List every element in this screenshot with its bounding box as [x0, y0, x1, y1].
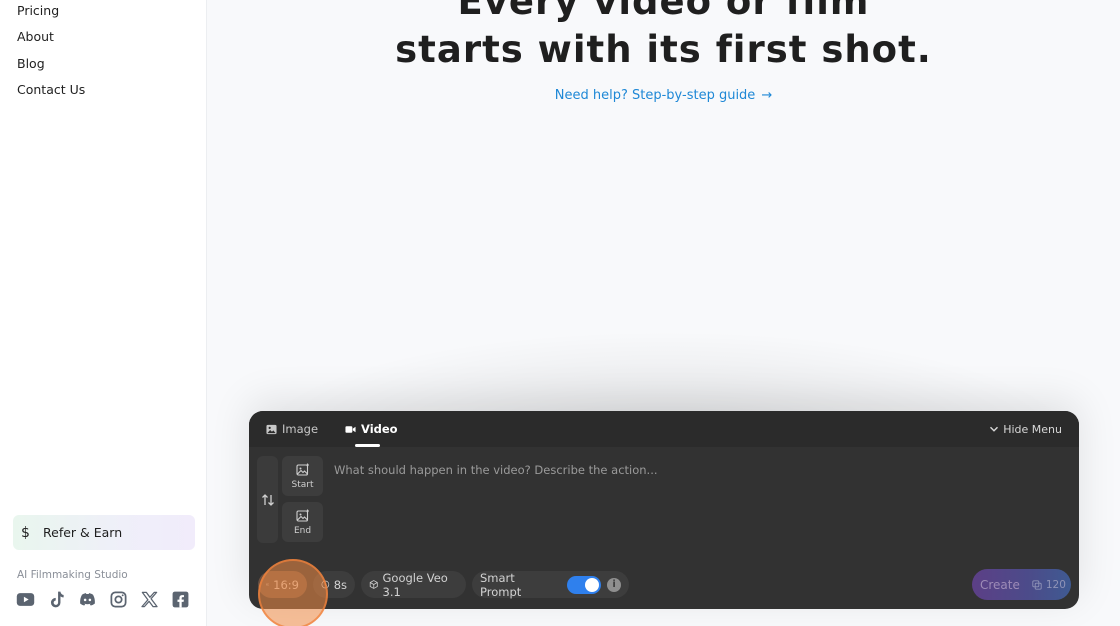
swap-frames-button[interactable] [257, 456, 278, 543]
discord-icon[interactable] [78, 590, 97, 609]
chevron-down-icon [990, 426, 999, 432]
hide-menu-label: Hide Menu [1003, 422, 1062, 436]
refer-and-earn-button[interactable]: $ Refer & Earn [13, 515, 195, 550]
credits-icon [1032, 579, 1042, 590]
credit-cost-value: 120 [1045, 578, 1066, 591]
aspect-ratio-value: 16:9 [273, 577, 299, 592]
aspect-ratio-icon [266, 583, 270, 586]
refer-and-earn-label: Refer & Earn [43, 525, 123, 540]
tab-image-label: Image [282, 422, 319, 436]
smart-prompt-label: Smart Prompt [480, 570, 522, 599]
video-camera-icon [345, 425, 356, 433]
smart-prompt-control: Smart Prompt i [472, 570, 629, 599]
image-icon [266, 424, 277, 434]
help-guide-link[interactable]: Need help? Step-by-step guide → [207, 88, 1120, 103]
studio-tagline: AI Filmmaking Studio [17, 569, 128, 581]
nav-link-blog[interactable]: Blog [17, 56, 45, 71]
help-guide-label: Need help? Step-by-step guide [554, 88, 756, 103]
end-frame-label: End [293, 525, 312, 536]
x-icon[interactable] [140, 590, 159, 609]
sidebar: Pricing About Blog Contact Us $ Refer & … [0, 0, 207, 626]
tiktok-icon[interactable] [47, 590, 66, 609]
aspect-ratio-selector[interactable]: 16:9 [258, 571, 307, 598]
model-value: Google Veo 3.1 [382, 570, 448, 599]
social-links [16, 590, 190, 609]
instagram-icon[interactable] [109, 590, 128, 609]
start-frame-label: Start [291, 479, 314, 490]
create-label: Create [980, 577, 1020, 592]
start-frame-button[interactable]: Start [282, 456, 323, 496]
add-image-icon [295, 463, 309, 476]
facebook-icon[interactable] [171, 590, 190, 609]
tab-video[interactable]: Video [345, 411, 398, 447]
composer-tabs-bar: Image Video Hide Menu [249, 411, 1079, 447]
hero-title-line-2: starts with its first shot. [395, 28, 932, 71]
create-button[interactable]: Create 120 [972, 569, 1071, 600]
active-tab-indicator [355, 444, 380, 447]
tab-image[interactable]: Image [266, 411, 318, 447]
prompt-input[interactable] [334, 463, 1034, 477]
tab-video-label: Video [361, 422, 398, 436]
youtube-icon[interactable] [16, 590, 35, 609]
model-selector[interactable]: Google Veo 3.1 [361, 570, 466, 599]
swap-vertical-icon [261, 493, 274, 506]
nav-link-contact-us[interactable]: Contact Us [17, 82, 85, 97]
duration-selector[interactable]: 8s [313, 571, 355, 598]
hide-menu-button[interactable]: Hide Menu [989, 411, 1062, 447]
info-icon[interactable]: i [607, 577, 621, 592]
cube-icon [369, 580, 378, 589]
nav-link-pricing[interactable]: Pricing [17, 3, 59, 18]
toggle-knob [585, 577, 600, 592]
end-frame-button[interactable]: End [282, 502, 323, 542]
smart-prompt-toggle[interactable] [567, 575, 602, 594]
clock-icon [321, 580, 330, 589]
hero-title-line-1: Every video or film [457, 0, 870, 23]
duration-value: 8s [333, 577, 347, 592]
add-image-icon [295, 509, 309, 522]
dollar-icon: $ [21, 524, 30, 541]
nav-link-about[interactable]: About [17, 29, 54, 44]
credit-cost: 120 [1032, 579, 1066, 591]
arrow-right-icon: → [761, 88, 773, 103]
composer-panel: Image Video Hide Menu Start End 16:9 8s … [249, 411, 1079, 609]
